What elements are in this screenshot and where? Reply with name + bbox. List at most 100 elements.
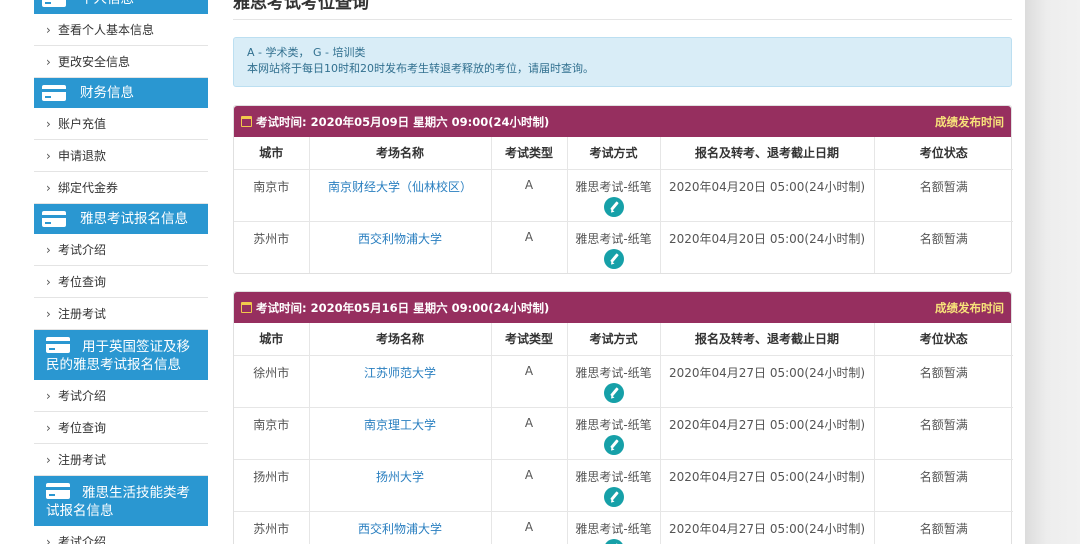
- result-time-link[interactable]: 成绩发布时间: [935, 114, 1004, 130]
- chevron-right-icon: ›: [46, 453, 51, 467]
- card-icon: [42, 85, 66, 101]
- type-cell: A: [490, 221, 567, 273]
- status-cell: 名额暂满: [873, 511, 1013, 544]
- column-header: 城市: [234, 137, 309, 170]
- chevron-right-icon: ›: [46, 389, 51, 403]
- panel-header: 考试时间: 2020年05月16日 星期六 09:00(24小时制) 成绩发布时…: [234, 292, 1011, 323]
- venue-link[interactable]: 西交利物浦大学: [308, 221, 491, 273]
- status-cell: 名额暂满: [873, 459, 1013, 512]
- sidebar-item-recharge[interactable]: › 账户充值: [34, 108, 208, 140]
- info-alert: A - 学术类， G - 培训类 本网站将于每日10时和20时发布考生转退考释放…: [233, 37, 1012, 87]
- table-row: 苏州市 西交利物浦大学 A 雅思考试-纸笔 2020年04月27日 05:00(…: [234, 511, 1013, 544]
- deadline-cell: 2020年04月27日 05:00(24小时制): [659, 355, 874, 408]
- pencil-icon[interactable]: [603, 248, 624, 269]
- column-header: 考场名称: [308, 137, 491, 170]
- type-cell: A: [490, 511, 567, 544]
- card-icon: [46, 483, 70, 499]
- page-margin: [1025, 0, 1080, 544]
- sidebar-item-view-profile[interactable]: › 查看个人基本信息: [34, 14, 208, 46]
- sidebar-item-seat-query[interactable]: › 考位查询: [34, 412, 208, 444]
- sidebar-item-voucher[interactable]: › 绑定代金券: [34, 172, 208, 204]
- type-cell: A: [490, 355, 567, 408]
- column-header: 考试类型: [490, 137, 567, 170]
- status-cell: 名额暂满: [873, 407, 1013, 460]
- type-cell: A: [490, 169, 567, 222]
- table-row: 徐州市 江苏师范大学 A 雅思考试-纸笔 2020年04月27日 05:00(2…: [234, 355, 1013, 408]
- table-row: 苏州市 西交利物浦大学 A 雅思考试-纸笔 2020年04月20日 05:00(…: [234, 221, 1013, 273]
- city-cell: 徐州市: [234, 355, 309, 408]
- pencil-icon[interactable]: [603, 382, 624, 403]
- column-header: 考位状态: [873, 323, 1013, 356]
- city-cell: 南京市: [234, 169, 309, 222]
- sidebar-section-title: 财务信息: [80, 85, 134, 101]
- sidebar-item-exam-intro[interactable]: › 考试介绍: [34, 526, 208, 544]
- table-header-row: 城市 考场名称 考试类型 考试方式 报名及转考、退考截止日期 考位状态: [234, 323, 1013, 356]
- chevron-right-icon: ›: [46, 421, 51, 435]
- chevron-right-icon: ›: [46, 23, 51, 37]
- status-cell: 名额暂满: [873, 355, 1013, 408]
- sidebar-item-seat-query[interactable]: › 考位查询: [34, 266, 208, 298]
- info-line: A - 学术类， G - 培训类: [247, 46, 366, 59]
- mode-cell: 雅思考试-纸笔: [566, 459, 660, 512]
- sidebar-item-register[interactable]: › 注册考试: [34, 298, 208, 330]
- mode-cell: 雅思考试-纸笔: [566, 221, 660, 273]
- sidebar-section-life-skills[interactable]: 雅思生活技能类考试报名信息: [34, 476, 208, 526]
- venue-link[interactable]: 西交利物浦大学: [308, 511, 491, 544]
- sidebar-section-personal[interactable]: 个人信息: [34, 0, 208, 14]
- deadline-cell: 2020年04月27日 05:00(24小时制): [659, 459, 874, 512]
- mode-cell: 雅思考试-纸笔: [566, 511, 660, 544]
- deadline-cell: 2020年04月27日 05:00(24小时制): [659, 511, 874, 544]
- card-icon: [46, 337, 70, 353]
- pencil-icon[interactable]: [603, 538, 624, 544]
- sidebar-item-security[interactable]: › 更改安全信息: [34, 46, 208, 78]
- mode-cell: 雅思考试-纸笔: [566, 169, 660, 222]
- venue-link[interactable]: 南京财经大学（仙林校区）: [308, 169, 491, 222]
- chevron-right-icon: ›: [46, 181, 51, 195]
- sidebar: 个人信息 ›查看个人基本信息 ›更改安全信息 财务信息 ›账户充值 ›申请退款 …: [34, 0, 208, 544]
- column-header: 报名及转考、退考截止日期: [659, 323, 874, 356]
- panel-header: 考试时间: 2020年05月09日 星期六 09:00(24小时制) 成绩发布时…: [234, 106, 1011, 137]
- chevron-right-icon: ›: [46, 117, 51, 131]
- seat-table: 城市 考场名称 考试类型 考试方式 报名及转考、退考截止日期 考位状态 徐州市 …: [234, 323, 1013, 544]
- sidebar-item-register[interactable]: › 注册考试: [34, 444, 208, 476]
- calendar-icon: [241, 302, 252, 313]
- deadline-cell: 2020年04月20日 05:00(24小时制): [659, 169, 874, 222]
- card-icon: [42, 211, 66, 227]
- venue-link[interactable]: 扬州大学: [308, 459, 491, 512]
- divider: [233, 19, 1012, 20]
- pencil-icon[interactable]: [603, 196, 624, 217]
- card-icon: [42, 0, 66, 7]
- table-row: 扬州市 扬州大学 A 雅思考试-纸笔 2020年04月27日 05:00(24小…: [234, 459, 1013, 512]
- info-line: 本网站将于每日10时和20时发布考生转退考释放的考位，请届时查询。: [247, 62, 594, 75]
- city-cell: 苏州市: [253, 521, 290, 536]
- result-time-link[interactable]: 成绩发布时间: [935, 300, 1004, 316]
- exam-session-panel: 考试时间: 2020年05月16日 星期六 09:00(24小时制) 成绩发布时…: [233, 291, 1013, 544]
- pencil-icon[interactable]: [603, 486, 624, 507]
- chevron-right-icon: ›: [46, 149, 51, 163]
- mode-cell: 雅思考试-纸笔: [566, 355, 660, 408]
- table-header-row: 城市 考场名称 考试类型 考试方式 报名及转考、退考截止日期 考位状态: [234, 137, 1013, 170]
- table-row: 南京市 南京理工大学 A 雅思考试-纸笔 2020年04月27日 05:00(2…: [234, 407, 1013, 460]
- exam-session-panel: 考试时间: 2020年05月09日 星期六 09:00(24小时制) 成绩发布时…: [233, 105, 1013, 274]
- sidebar-section-ielts[interactable]: 雅思考试报名信息: [34, 204, 208, 234]
- column-header: 考试方式: [566, 137, 660, 170]
- exam-time: 考试时间: 2020年05月16日 星期六 09:00(24小时制): [256, 300, 550, 315]
- venue-link[interactable]: 江苏师范大学: [308, 355, 491, 408]
- chevron-right-icon: ›: [46, 275, 51, 289]
- column-header: 考试类型: [490, 323, 567, 356]
- sidebar-item-refund[interactable]: › 申请退款: [34, 140, 208, 172]
- chevron-right-icon: ›: [46, 535, 51, 544]
- sidebar-item-exam-intro[interactable]: › 考试介绍: [34, 234, 208, 266]
- sidebar-section-ukvi[interactable]: 用于英国签证及移民的雅思考试报名信息: [34, 330, 208, 380]
- status-cell: 名额暂满: [873, 221, 1013, 273]
- chevron-right-icon: ›: [46, 55, 51, 69]
- sidebar-item-exam-intro[interactable]: › 考试介绍: [34, 380, 208, 412]
- sidebar-section-finance[interactable]: 财务信息: [34, 78, 208, 108]
- pencil-icon[interactable]: [603, 434, 624, 455]
- city-cell: 苏州市: [253, 231, 290, 246]
- table-row: 南京市 南京财经大学（仙林校区） A 雅思考试-纸笔 2020年04月20日 0…: [234, 169, 1013, 222]
- column-header: 报名及转考、退考截止日期: [659, 137, 874, 170]
- sidebar-section-title: 雅思考试报名信息: [80, 211, 188, 227]
- venue-link[interactable]: 南京理工大学: [308, 407, 491, 460]
- column-header: 考场名称: [308, 323, 491, 356]
